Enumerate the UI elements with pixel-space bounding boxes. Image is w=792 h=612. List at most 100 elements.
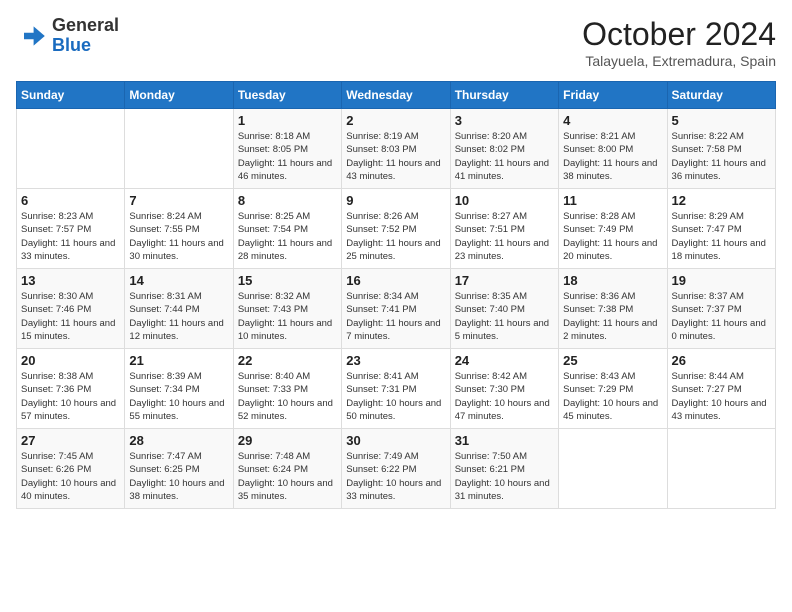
day-number: 14 — [129, 273, 228, 288]
calendar-cell: 11 Sunrise: 8:28 AM Sunset: 7:49 PM Dayli… — [559, 189, 667, 269]
header: General Blue October 2024 Talayuela, Ext… — [16, 16, 776, 69]
title-section: October 2024 Talayuela, Extremadura, Spa… — [582, 16, 776, 69]
calendar-cell: 16 Sunrise: 8:34 AM Sunset: 7:41 PM Dayli… — [342, 269, 450, 349]
day-number: 27 — [21, 433, 120, 448]
day-number: 24 — [455, 353, 554, 368]
weekday-header-tuesday: Tuesday — [233, 82, 341, 109]
day-number: 15 — [238, 273, 337, 288]
day-info: Sunrise: 8:19 AM Sunset: 8:03 PM Dayligh… — [346, 130, 445, 183]
day-number: 17 — [455, 273, 554, 288]
day-number: 13 — [21, 273, 120, 288]
calendar-table: SundayMondayTuesdayWednesdayThursdayFrid… — [16, 81, 776, 509]
day-info: Sunrise: 8:26 AM Sunset: 7:52 PM Dayligh… — [346, 210, 445, 263]
day-info: Sunrise: 8:39 AM Sunset: 7:34 PM Dayligh… — [129, 370, 228, 423]
calendar-cell: 7 Sunrise: 8:24 AM Sunset: 7:55 PM Daylig… — [125, 189, 233, 269]
calendar-cell: 9 Sunrise: 8:26 AM Sunset: 7:52 PM Daylig… — [342, 189, 450, 269]
weekday-header-friday: Friday — [559, 82, 667, 109]
day-number: 9 — [346, 193, 445, 208]
calendar-week-0: 1Sunrise: 8:18 AM Sunset: 8:05 PM Daylig… — [17, 109, 776, 189]
logo: General Blue — [16, 16, 119, 56]
calendar-cell: 30Sunrise: 7:49 AM Sunset: 6:22 PM Dayli… — [342, 429, 450, 509]
day-info: Sunrise: 8:25 AM Sunset: 7:54 PM Dayligh… — [238, 210, 337, 263]
day-info: Sunrise: 8:30 AM Sunset: 7:46 PM Dayligh… — [21, 290, 120, 343]
day-number: 11 — [563, 193, 662, 208]
day-info: Sunrise: 8:35 AM Sunset: 7:40 PM Dayligh… — [455, 290, 554, 343]
calendar-week-4: 27 Sunrise: 7:45 AM Sunset: 6:26 PM Dayli… — [17, 429, 776, 509]
calendar-cell: 2 Sunrise: 8:19 AM Sunset: 8:03 PM Daylig… — [342, 109, 450, 189]
calendar-cell: 20 Sunrise: 8:38 AM Sunset: 7:36 PM Dayli… — [17, 349, 125, 429]
day-number: 6 — [21, 193, 120, 208]
weekday-header-sunday: Sunday — [17, 82, 125, 109]
day-info: Sunrise: 8:32 AM Sunset: 7:43 PM Dayligh… — [238, 290, 337, 343]
day-info: Sunrise: 8:29 AM Sunset: 7:47 PM Dayligh… — [672, 210, 771, 263]
calendar-cell: 8 Sunrise: 8:25 AM Sunset: 7:54 PM Daylig… — [233, 189, 341, 269]
calendar-week-1: 6Sunrise: 8:23 AM Sunset: 7:57 PM Daylig… — [17, 189, 776, 269]
day-number: 10 — [455, 193, 554, 208]
day-number: 16 — [346, 273, 445, 288]
day-info: Sunrise: 8:20 AM Sunset: 8:02 PM Dayligh… — [455, 130, 554, 183]
day-number: 7 — [129, 193, 228, 208]
day-number: 2 — [346, 113, 445, 128]
calendar-cell: 22Sunrise: 8:40 AM Sunset: 7:33 PM Dayli… — [233, 349, 341, 429]
day-number: 31 — [455, 433, 554, 448]
day-number: 18 — [563, 273, 662, 288]
day-info: Sunrise: 8:41 AM Sunset: 7:31 PM Dayligh… — [346, 370, 445, 423]
weekday-header-wednesday: Wednesday — [342, 82, 450, 109]
day-number: 4 — [563, 113, 662, 128]
day-number: 12 — [672, 193, 771, 208]
day-info: Sunrise: 8:42 AM Sunset: 7:30 PM Dayligh… — [455, 370, 554, 423]
calendar-cell: 14Sunrise: 8:31 AM Sunset: 7:44 PM Dayli… — [125, 269, 233, 349]
day-number: 22 — [238, 353, 337, 368]
calendar-cell — [667, 429, 775, 509]
month-title: October 2024 — [582, 16, 776, 53]
day-info: Sunrise: 8:44 AM Sunset: 7:27 PM Dayligh… — [672, 370, 771, 423]
calendar-cell: 27 Sunrise: 7:45 AM Sunset: 6:26 PM Dayli… — [17, 429, 125, 509]
calendar-cell: 26 Sunrise: 8:44 AM Sunset: 7:27 PM Dayli… — [667, 349, 775, 429]
day-number: 5 — [672, 113, 771, 128]
day-number: 8 — [238, 193, 337, 208]
day-info: Sunrise: 7:49 AM Sunset: 6:22 PM Dayligh… — [346, 450, 445, 503]
day-number: 26 — [672, 353, 771, 368]
day-info: Sunrise: 7:47 AM Sunset: 6:25 PM Dayligh… — [129, 450, 228, 503]
calendar-body: 1Sunrise: 8:18 AM Sunset: 8:05 PM Daylig… — [17, 109, 776, 509]
day-number: 21 — [129, 353, 228, 368]
calendar-cell: 19Sunrise: 8:37 AM Sunset: 7:37 PM Dayli… — [667, 269, 775, 349]
calendar-week-3: 20 Sunrise: 8:38 AM Sunset: 7:36 PM Dayli… — [17, 349, 776, 429]
day-number: 1 — [238, 113, 337, 128]
weekday-row: SundayMondayTuesdayWednesdayThursdayFrid… — [17, 82, 776, 109]
day-info: Sunrise: 8:22 AM Sunset: 7:58 PM Dayligh… — [672, 130, 771, 183]
weekday-header-saturday: Saturday — [667, 82, 775, 109]
day-info: Sunrise: 7:45 AM Sunset: 6:26 PM Dayligh… — [21, 450, 120, 503]
calendar-cell: 10 Sunrise: 8:27 AM Sunset: 7:51 PM Dayli… — [450, 189, 558, 269]
calendar-cell: 13 Sunrise: 8:30 AM Sunset: 7:46 PM Dayli… — [17, 269, 125, 349]
day-number: 28 — [129, 433, 228, 448]
day-info: Sunrise: 8:34 AM Sunset: 7:41 PM Dayligh… — [346, 290, 445, 343]
calendar-cell: 28 Sunrise: 7:47 AM Sunset: 6:25 PM Dayli… — [125, 429, 233, 509]
calendar-cell: 17 Sunrise: 8:35 AM Sunset: 7:40 PM Dayli… — [450, 269, 558, 349]
day-number: 23 — [346, 353, 445, 368]
calendar-cell: 18Sunrise: 8:36 AM Sunset: 7:38 PM Dayli… — [559, 269, 667, 349]
calendar-cell: 24 Sunrise: 8:42 AM Sunset: 7:30 PM Dayli… — [450, 349, 558, 429]
calendar-cell: 15 Sunrise: 8:32 AM Sunset: 7:43 PM Dayli… — [233, 269, 341, 349]
calendar-cell — [17, 109, 125, 189]
calendar-cell: 31 Sunrise: 7:50 AM Sunset: 6:21 PM Dayli… — [450, 429, 558, 509]
location-subtitle: Talayuela, Extremadura, Spain — [582, 53, 776, 69]
logo-text: General Blue — [52, 16, 119, 56]
calendar-cell: 6Sunrise: 8:23 AM Sunset: 7:57 PM Daylig… — [17, 189, 125, 269]
day-info: Sunrise: 7:50 AM Sunset: 6:21 PM Dayligh… — [455, 450, 554, 503]
day-info: Sunrise: 8:28 AM Sunset: 7:49 PM Dayligh… — [563, 210, 662, 263]
calendar-cell: 5 Sunrise: 8:22 AM Sunset: 7:58 PM Daylig… — [667, 109, 775, 189]
weekday-header-thursday: Thursday — [450, 82, 558, 109]
day-info: Sunrise: 7:48 AM Sunset: 6:24 PM Dayligh… — [238, 450, 337, 503]
weekday-header-monday: Monday — [125, 82, 233, 109]
day-info: Sunrise: 8:27 AM Sunset: 7:51 PM Dayligh… — [455, 210, 554, 263]
calendar-cell: 23 Sunrise: 8:41 AM Sunset: 7:31 PM Dayli… — [342, 349, 450, 429]
day-number: 25 — [563, 353, 662, 368]
calendar-cell: 1Sunrise: 8:18 AM Sunset: 8:05 PM Daylig… — [233, 109, 341, 189]
day-info: Sunrise: 8:38 AM Sunset: 7:36 PM Dayligh… — [21, 370, 120, 423]
day-info: Sunrise: 8:24 AM Sunset: 7:55 PM Dayligh… — [129, 210, 228, 263]
calendar-week-2: 13 Sunrise: 8:30 AM Sunset: 7:46 PM Dayli… — [17, 269, 776, 349]
day-number: 3 — [455, 113, 554, 128]
day-number: 20 — [21, 353, 120, 368]
day-info: Sunrise: 8:43 AM Sunset: 7:29 PM Dayligh… — [563, 370, 662, 423]
